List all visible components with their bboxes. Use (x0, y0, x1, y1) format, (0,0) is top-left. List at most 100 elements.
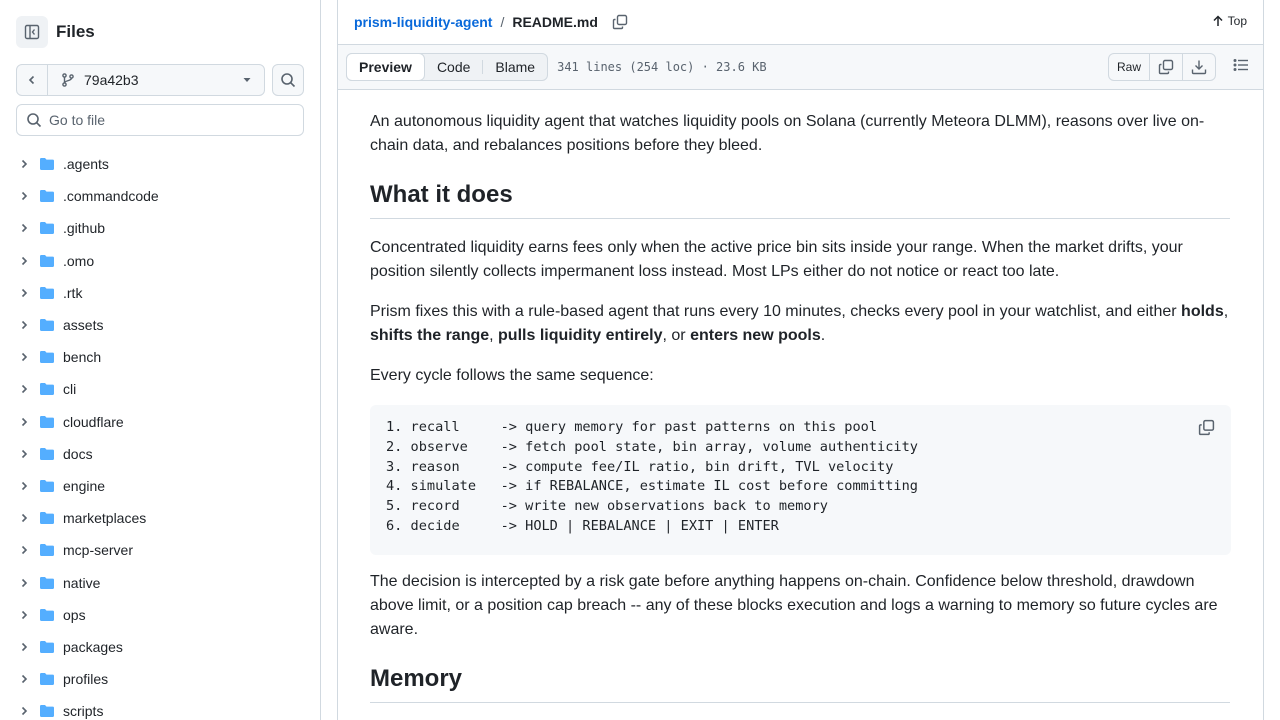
bold-text: enters new pools (690, 327, 821, 344)
folder-icon (39, 317, 55, 333)
branch-select[interactable]: 79a42b3 (48, 65, 264, 95)
tree-item-folder[interactable]: cli (0, 373, 320, 405)
text: , or (662, 327, 691, 344)
chevron-right-icon (18, 222, 30, 234)
search-icon (27, 113, 42, 128)
tree-item-label: .omo (63, 252, 95, 269)
tree-item-folder[interactable]: .agents (0, 148, 320, 180)
tree-item-folder[interactable]: profiles (0, 663, 320, 695)
tab-preview[interactable]: Preview (346, 53, 425, 81)
folder-icon (39, 575, 55, 591)
download-button[interactable] (1183, 54, 1215, 80)
tree-item-label: ops (63, 606, 86, 623)
folder-icon (39, 156, 55, 172)
sidebar-collapse-icon (24, 24, 40, 40)
chevron-right-icon (18, 705, 30, 717)
breadcrumb-file-name: README.md (512, 14, 598, 30)
arrow-up-icon (1213, 15, 1223, 26)
branch-picker: 79a42b3 (16, 64, 265, 96)
list-unordered-icon (1233, 59, 1248, 71)
code-line: 2. observe -> fetch pool state, bin arra… (386, 438, 918, 455)
tree-item-folder[interactable]: marketplaces (0, 502, 320, 534)
folder-icon (39, 188, 55, 204)
tree-item-folder[interactable]: docs (0, 438, 320, 470)
chevron-right-icon (18, 641, 30, 653)
copy-code-button[interactable] (1198, 419, 1215, 441)
readme-paragraph: Prism fixes this with a rule-based agent… (370, 300, 1230, 348)
tree-item-label: .github (63, 220, 106, 237)
chevron-right-icon (18, 512, 30, 524)
copy-icon (1158, 59, 1174, 75)
tab-blame[interactable]: Blame (483, 53, 547, 81)
folder-icon (39, 703, 55, 719)
folder-icon (39, 542, 55, 558)
text: , (489, 327, 499, 344)
tree-item-folder[interactable]: mcp-server (0, 534, 320, 566)
file-tree: .agents .commandcode .github .omo .rtk assets… (0, 148, 320, 720)
tree-item-label: .commandcode (63, 188, 159, 205)
bold-text: holds (1181, 303, 1224, 320)
breadcrumb-repo-link[interactable]: prism-liquidity-agent (354, 14, 492, 30)
chevron-right-icon (18, 158, 30, 170)
tree-item-folder[interactable]: native (0, 566, 320, 598)
code-block: 1. recall -> query memory for past patte… (370, 405, 1231, 555)
tree-item-label: scripts (63, 703, 104, 720)
chevron-right-icon (18, 577, 30, 589)
tree-item-folder[interactable]: .rtk (0, 277, 320, 309)
chevron-right-icon (18, 544, 30, 556)
branch-row: 79a42b3 (16, 64, 304, 96)
readme-content: An autonomous liquidity agent that watch… (370, 90, 1232, 720)
tree-item-folder[interactable]: .github (0, 212, 320, 244)
text: , (1223, 303, 1229, 320)
heading-memory: Memory (370, 664, 1230, 703)
chevron-right-icon (18, 255, 30, 267)
back-button[interactable] (17, 65, 48, 95)
sidebar-title: Files (56, 22, 95, 41)
tree-item-folder[interactable]: cloudflare (0, 406, 320, 438)
file-header: prism-liquidity-agent / README.md Top (338, 0, 1263, 44)
sidebar-header: Files (16, 16, 95, 48)
folder-icon (39, 607, 55, 623)
file-view: prism-liquidity-agent / README.md Top Pr… (337, 0, 1264, 720)
tree-item-folder[interactable]: bench (0, 341, 320, 373)
folder-icon (39, 285, 55, 301)
tree-item-label: cli (63, 381, 77, 398)
raw-button[interactable]: Raw (1109, 54, 1150, 80)
file-actions-group: Raw (1107, 53, 1216, 81)
back-to-top-link[interactable]: Top (1212, 14, 1247, 28)
tree-item-label: mcp-server (63, 542, 134, 559)
copy-raw-button[interactable] (1150, 54, 1183, 80)
tree-item-folder[interactable]: engine (0, 470, 320, 502)
chevron-right-icon (18, 383, 30, 395)
tree-item-label: assets (63, 317, 104, 334)
tab-code[interactable]: Code (425, 53, 482, 81)
copy-path-button[interactable] (612, 14, 628, 30)
tree-item-label: bench (63, 349, 102, 366)
outline-button[interactable] (1233, 57, 1249, 73)
tree-item-folder[interactable]: scripts (0, 695, 320, 720)
chevron-right-icon (18, 287, 30, 299)
go-to-file-input[interactable] (49, 112, 289, 128)
tree-item-label: profiles (63, 671, 109, 688)
chevron-right-icon (18, 448, 30, 460)
collapse-sidebar-button[interactable] (16, 16, 48, 48)
code-line: 4. simulate -> if REBALANCE, estimate IL… (386, 478, 918, 495)
view-mode-tabs: Preview Code Blame (346, 53, 549, 81)
folder-icon (39, 414, 55, 430)
branch-name: 79a42b3 (84, 72, 139, 88)
code-line: 5. record -> write new observations back… (386, 498, 828, 515)
search-files-button[interactable] (272, 64, 304, 96)
tree-item-folder[interactable]: .omo (0, 245, 320, 277)
chevron-right-icon (18, 416, 30, 428)
go-to-file-field (16, 104, 304, 136)
tree-item-folder[interactable]: ops (0, 599, 320, 631)
git-branch-icon (62, 73, 74, 87)
tree-item-folder[interactable]: assets (0, 309, 320, 341)
folder-icon (39, 639, 55, 655)
tree-item-folder[interactable]: .commandcode (0, 180, 320, 212)
chevron-right-icon (18, 673, 30, 685)
chevron-right-icon (18, 609, 30, 621)
download-icon (1191, 60, 1207, 75)
tree-item-folder[interactable]: packages (0, 631, 320, 663)
chevron-right-icon (18, 480, 30, 492)
